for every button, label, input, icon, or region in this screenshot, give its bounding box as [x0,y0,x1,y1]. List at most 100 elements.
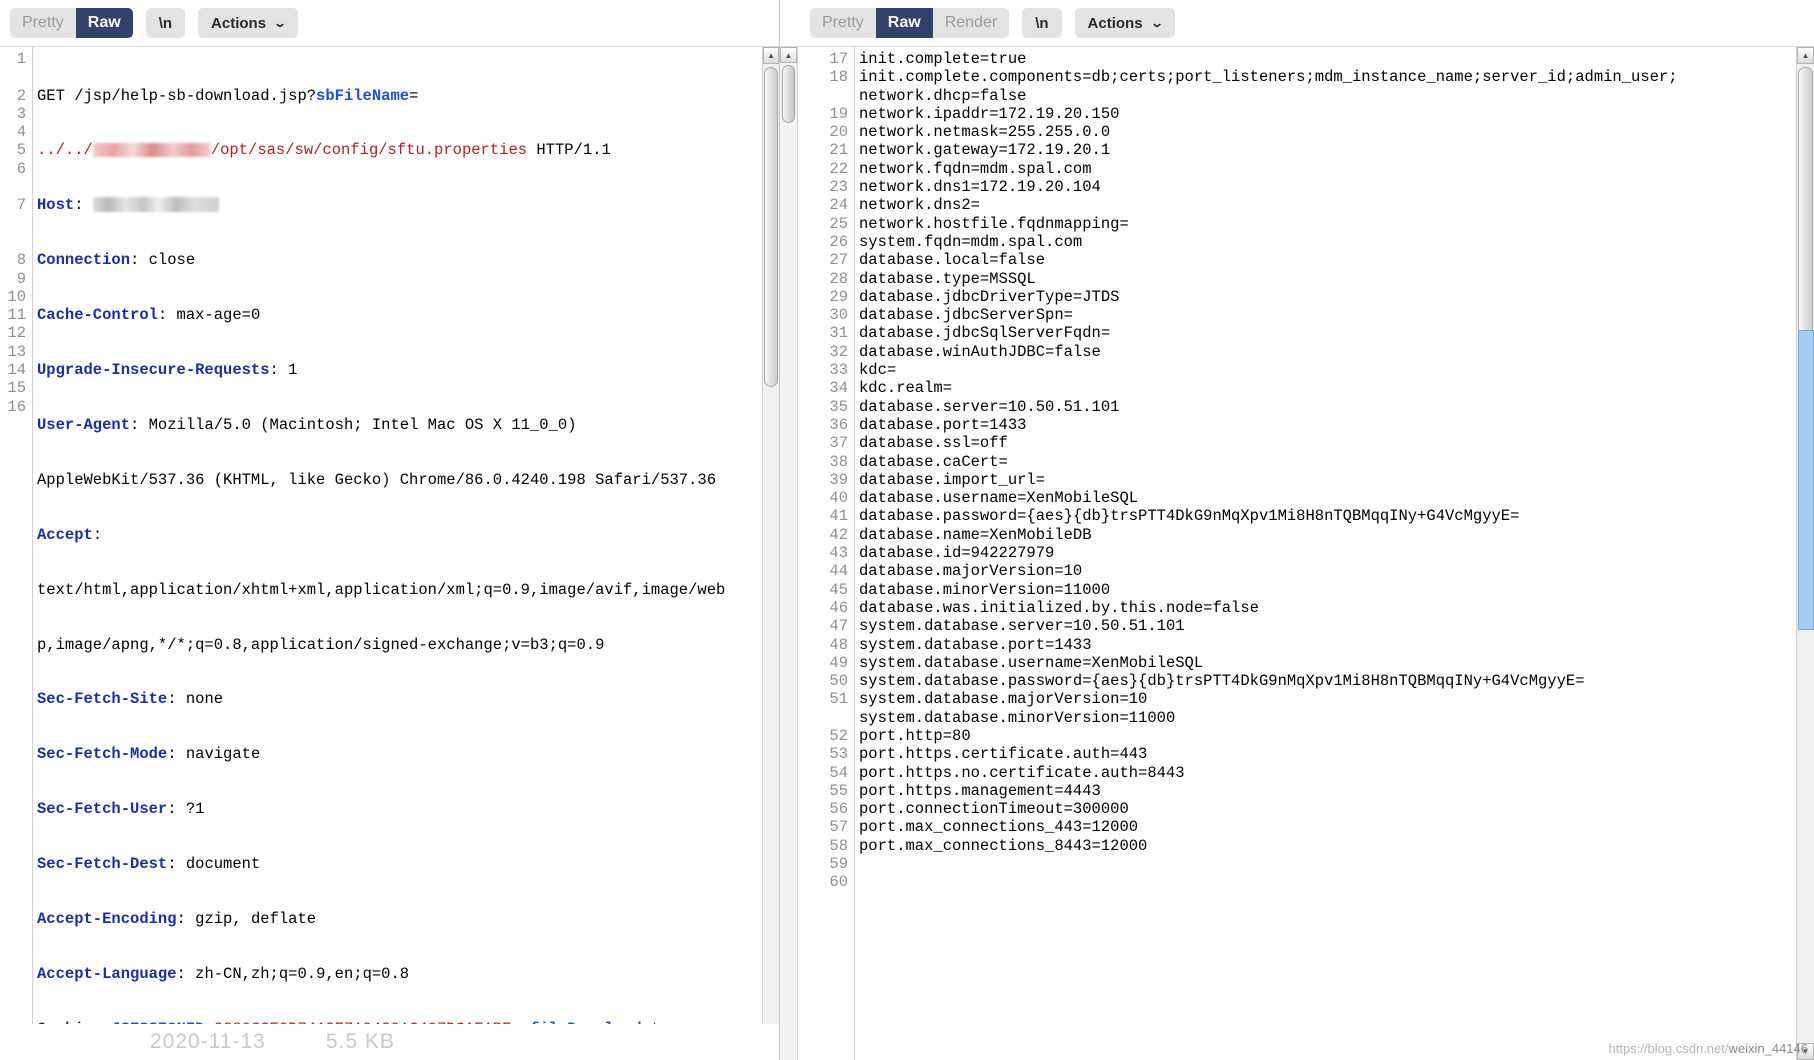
chevron-down-icon: ⌄ [1149,16,1164,30]
response-line-20: network.ipaddr=172.19.20.150 [859,104,1120,123]
response-line-number-30: 30 [829,306,848,325]
header-value-upgrade-insecure: 1 [278,361,298,380]
response-scroll-thumb[interactable] [1798,67,1813,357]
request-line-12: Accept-Encoding: gzip, deflate [37,909,317,928]
scroll-up-icon[interactable]: ▲ [1797,47,1814,64]
response-line-number-57: 57 [829,818,848,837]
response-line-number-43: 43 [829,544,848,563]
response-line-number-59: 59 [829,855,848,874]
response-line-59: port.max_connections_443=12000 [859,818,1139,837]
response-line-24: network.dns1=172.19.20.104 [859,178,1101,197]
response-line-number-45: 45 [829,580,848,599]
request-tab-raw[interactable]: Raw [75,8,133,38]
response-line-number-21: 21 [829,141,848,160]
response-line-number-31: 31 [829,324,848,343]
request-tab-pretty[interactable]: Pretty [10,8,76,38]
request-line-6: User-Agent: Mozilla/5.0 (Macintosh; Inte… [37,415,577,434]
request-scroll-thumb[interactable] [764,67,778,387]
response-line-46: database.minorVersion=11000 [859,580,1111,599]
response-line-54: port.http=80 [859,726,971,745]
panel-divider-scrollbar[interactable]: ▲ [780,47,798,1060]
response-line-47: database.was.initialized.by.this.node=fa… [859,598,1259,617]
response-view-mode-group[interactable]: Pretty Raw Render [810,8,1010,38]
response-line-19: network.dhcp=false [859,86,1027,105]
response-line-number-46: 46 [829,598,848,617]
chevron-down-icon: ⌄ [273,16,287,30]
response-line-number-wrap: . [810,87,848,105]
response-line-number-54: 54 [829,763,848,782]
header-value-cache-control: max-age=0 [167,306,261,325]
request-line-8: Sec-Fetch-Site: none [37,690,224,709]
response-editor[interactable]: 1718.19202122232425262728293031323334353… [780,47,1814,1060]
response-line-56: port.https.no.certificate.auth=8443 [859,763,1185,782]
request-query-param-name: sbFileName [316,86,410,105]
response-line-number-32: 32 [829,342,848,361]
response-line-27: system.fqdn=mdm.spal.com [859,232,1083,251]
request-actions-button[interactable]: Actions ⌄ [198,8,299,38]
path-traversal-segment: ../../ [37,141,93,160]
response-line-51: system.database.password={aes}{db}trsPTT… [859,672,1585,691]
response-selection-highlight [1798,330,1814,630]
response-line-number-19: 19 [829,104,848,123]
header-name-connection: Connection [37,251,131,270]
response-line-37: database.port=1433 [859,415,1027,434]
response-line-32: database.jdbcSqlServerFqdn= [859,324,1111,343]
header-name-accept-encoding: Accept-Encoding [37,909,177,928]
response-line-number-wrap: . [810,709,848,727]
response-line-30: database.jdbcDriverType=JTDS [859,287,1120,306]
response-newline-button[interactable]: \n [1022,8,1062,38]
response-line-60: port.max_connections_8443=12000 [859,836,1148,855]
divider-scroll-up-icon[interactable]: ▲ [780,47,797,63]
response-line-28: database.local=false [859,251,1046,270]
header-value-user-agent: Mozilla/5.0 (Macintosh; Intel Mac OS X 1… [139,415,577,434]
response-line-38: database.ssl=off [859,434,1008,453]
response-line-number-24: 24 [829,196,848,215]
response-line-number-33: 33 [829,361,848,380]
request-view-mode-group[interactable]: Pretty Raw [10,8,133,38]
response-line-42: database.password={aes}{db}trsPTT4DkG9nM… [859,507,1520,526]
request-line-2: Host: [37,196,779,214]
response-line-52: system.database.majorVersion=10 [859,690,1148,709]
capture-size: 5.5 KB [325,1030,395,1053]
request-vertical-scrollbar[interactable]: ▲ ▼ [762,47,779,1060]
response-line-number-38: 38 [829,452,848,471]
header-name-sec-fetch-site: Sec-Fetch-Site [37,690,168,709]
header-value-sec-fetch-site: none [176,690,224,709]
response-tab-pretty[interactable]: Pretty [810,8,876,38]
target-file-path: /opt/sas/sw/config/sftu.properties [210,141,528,160]
header-name-cache-control: Cache-Control [37,306,158,325]
request-line-7: Accept: [37,525,103,544]
response-line-number-18: 18 [829,68,848,87]
response-code[interactable]: init.complete=true init.complete.componen… [854,47,1814,1060]
response-line-26: network.hostfile.fqdnmapping= [859,214,1129,233]
response-line-31: database.jdbcServerSpn= [859,306,1073,325]
request-newline-button[interactable]: \n [145,8,186,38]
request-query-eq: = [409,86,419,105]
response-line-33: database.winAuthJDBC=false [859,342,1101,361]
response-line-number-34: 34 [829,379,848,398]
response-tab-raw[interactable]: Raw [875,8,933,38]
request-line-numbers: 1 . 2 3 4 5 6 . 7 . . 8 9 10 11 12 13 14… [0,47,32,1060]
response-line-number-35: 35 [829,397,848,416]
response-tab-render[interactable]: Render [933,8,1009,38]
response-line-22: network.gateway=172.19.20.1 [859,141,1111,160]
response-line-17: init.complete=true [859,50,1027,68]
header-name-sec-fetch-dest: Sec-Fetch-Dest [37,855,168,874]
response-line-34: kdc= [859,361,897,380]
response-line-55: port.https.certificate.auth=443 [859,745,1148,764]
response-line-number-48: 48 [829,635,848,654]
request-status-bar: 2020-11-13 5.5 KB [0,1024,779,1060]
response-line-18: init.complete.components=db;certs;port_l… [859,68,1678,87]
request-code[interactable]: GET /jsp/help-sb-download.jsp?sbFileName… [32,47,779,1060]
divider-scroll-thumb[interactable] [782,65,795,123]
response-line-number-42: 42 [829,525,848,544]
request-line-7-cont-2: p,image/apng,*/*;q=0.8,application/signe… [37,635,605,654]
request-toolbar: Pretty Raw \n Actions ⌄ [0,0,779,47]
scroll-up-icon[interactable]: ▲ [763,47,779,64]
request-line-6-cont: AppleWebKit/537.36 (KHTML, like Gecko) C… [37,470,717,489]
response-line-39: database.caCert= [859,452,1008,471]
response-actions-button[interactable]: Actions ⌄ [1074,8,1175,38]
request-line-1-cont: ../../ /opt/sas/sw/config/sftu.properties… [37,141,779,159]
response-line-number-40: 40 [829,489,848,508]
request-editor[interactable]: 1 . 2 3 4 5 6 . 7 . . 8 9 10 11 12 13 14… [0,47,779,1060]
